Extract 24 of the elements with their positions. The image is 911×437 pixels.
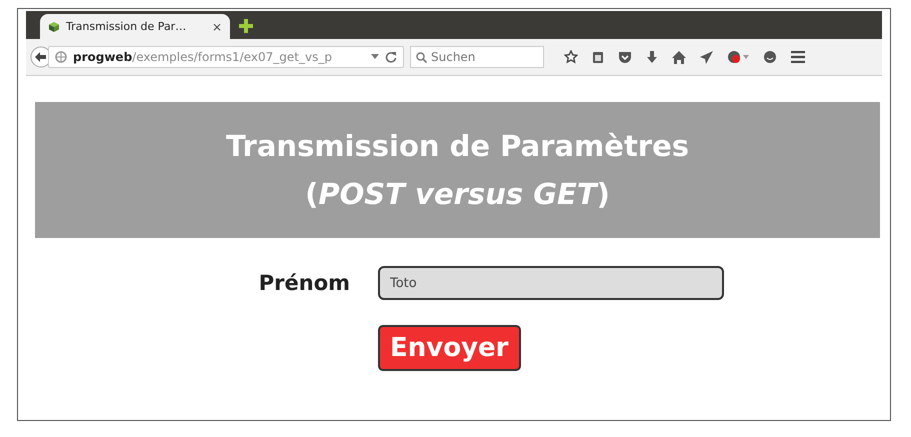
- search-field[interactable]: Suchen: [410, 46, 544, 68]
- tab-title: Transmission de Par…: [66, 20, 188, 33]
- cube-icon: [48, 20, 60, 32]
- pocket-icon[interactable]: [618, 50, 632, 64]
- download-icon[interactable]: [646, 50, 658, 64]
- field-label: Prénom: [258, 271, 350, 295]
- dropdown-icon[interactable]: [371, 54, 379, 60]
- page-title: Transmission de Paramètres: [226, 128, 690, 165]
- search-icon: [416, 52, 427, 63]
- page-title: (POST versus GET): [305, 176, 610, 213]
- chat-icon[interactable]: [763, 50, 777, 64]
- menu-icon[interactable]: [791, 51, 805, 63]
- send-icon[interactable]: [700, 50, 713, 64]
- reload-icon[interactable]: [385, 51, 397, 63]
- new-tab-icon[interactable]: [238, 18, 254, 34]
- submit-button[interactable]: Envoyer: [378, 325, 520, 371]
- home-icon[interactable]: [672, 50, 686, 64]
- close-tab-button[interactable]: ×: [212, 20, 222, 34]
- star-icon[interactable]: [564, 50, 578, 64]
- globe-icon: [55, 51, 67, 63]
- address-bar[interactable]: progweb/exemples/forms1/ex07_get_vs_p: [48, 46, 404, 68]
- url-text: progweb/exemples/forms1/ex07_get_vs_p: [73, 50, 333, 64]
- browser-tab[interactable]: Transmission de Par… ×: [40, 14, 230, 39]
- input-field[interactable]: Toto: [378, 266, 724, 300]
